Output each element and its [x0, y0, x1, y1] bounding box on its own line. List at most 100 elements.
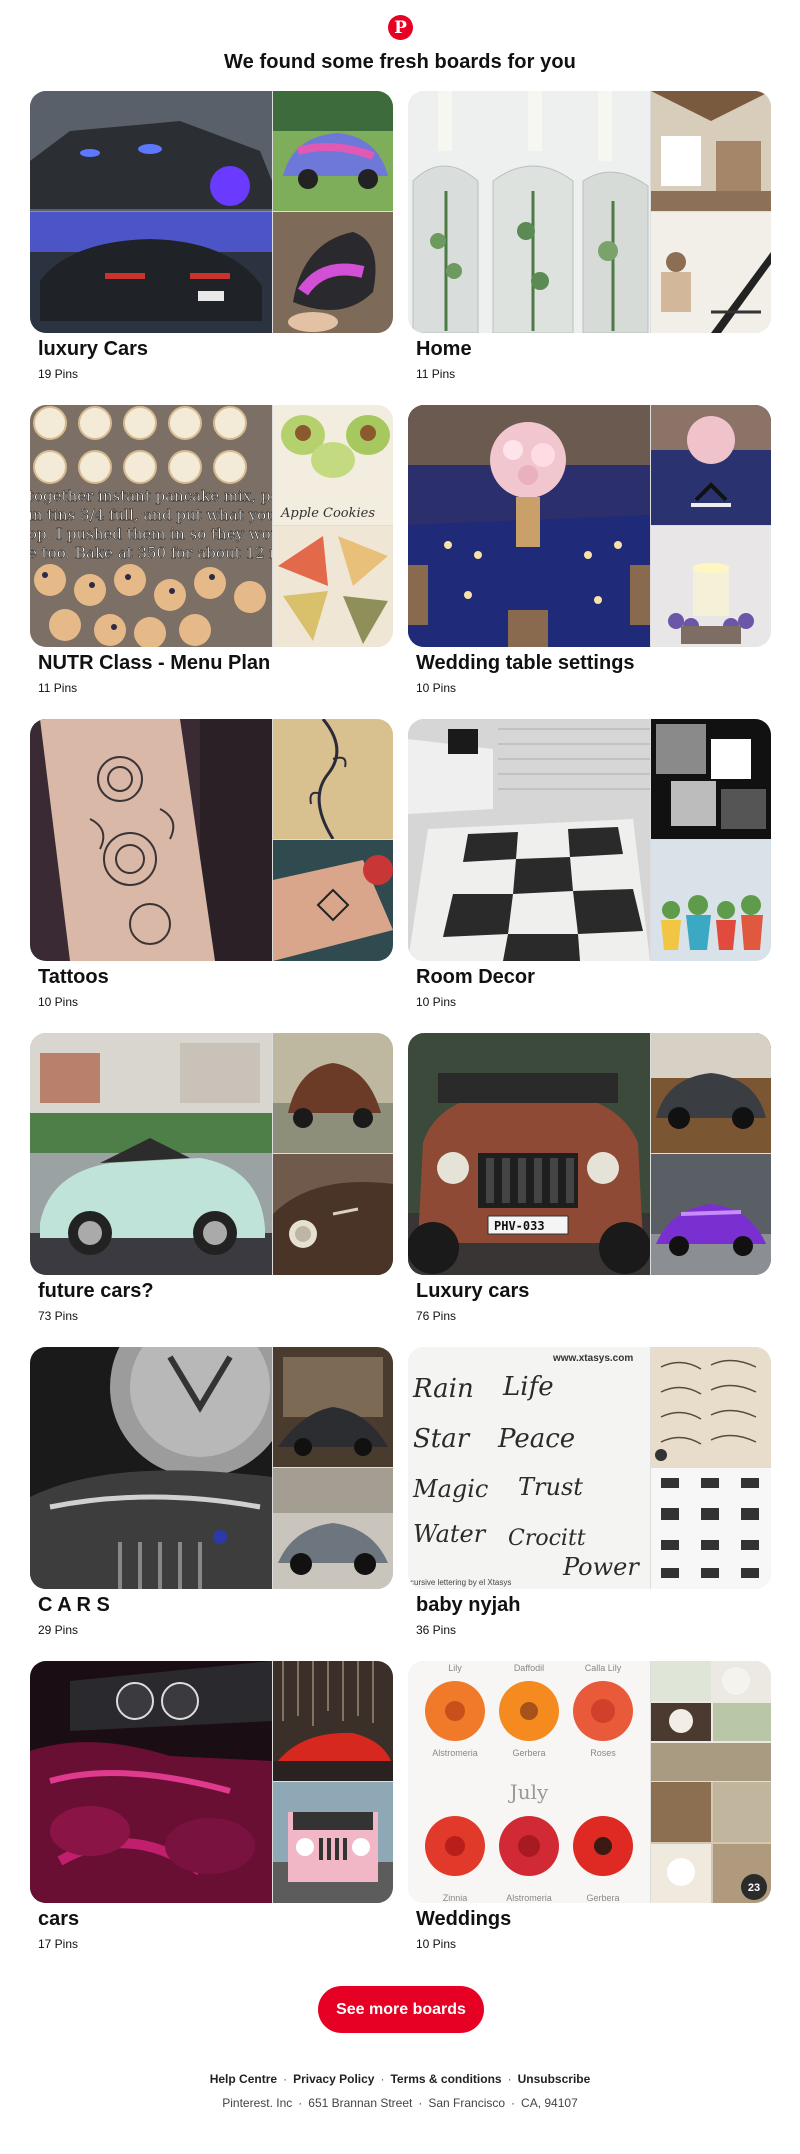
city: San Francisco [428, 2096, 506, 2110]
separator: · [380, 2072, 385, 2086]
board-title[interactable]: Room Decor [416, 966, 535, 989]
separator: · [283, 2072, 288, 2086]
board-cover-image [30, 1033, 272, 1275]
image-badge-text: 23 [748, 1882, 760, 1894]
board-card[interactable]: together instant pancake mix, po in tins… [30, 405, 393, 698]
board-card[interactable]: future cars? 73 Pins [30, 1033, 393, 1326]
license-plate-text: PHV-033 [494, 1219, 545, 1233]
footer-links: Help Centre · Privacy Policy · Terms & condi… [0, 2072, 800, 2086]
board-title[interactable]: luxury Cars [38, 338, 148, 361]
board-collage[interactable]: Lily Daffodil Calla Lily Alstromeria Ger… [408, 1661, 771, 1903]
board-side-image [651, 1347, 771, 1467]
board-collage[interactable] [408, 719, 771, 961]
pinterest-logo-icon[interactable]: P [388, 15, 413, 40]
board-title[interactable]: Weddings [416, 1908, 511, 1931]
board-title[interactable]: NUTR Class - Menu Plan [38, 652, 270, 675]
board-side-image [273, 1154, 393, 1275]
lettering-text: Star [413, 1424, 471, 1454]
board-collage[interactable] [408, 91, 771, 333]
board-title[interactable]: future cars? [38, 1280, 154, 1303]
board-side-image [273, 1033, 393, 1153]
board-cover-image [30, 1347, 272, 1589]
lettering-text: Trust [518, 1473, 583, 1501]
board-side-image [273, 1347, 393, 1467]
watermark-text: www.xtasys.com [552, 1353, 633, 1364]
see-more-boards-button[interactable]: See more boards [318, 1986, 484, 2033]
board-cover-image: PHV-033 [408, 1033, 650, 1275]
board-side-image [273, 1782, 393, 1903]
board-collage[interactable] [30, 91, 393, 333]
board-pin-count: 10 Pins [416, 681, 457, 695]
board-side-image [273, 526, 393, 647]
board-card[interactable]: Room Decor 10 Pins [408, 719, 771, 1012]
board-card[interactable]: cars 17 Pins [30, 1661, 393, 1954]
board-cover-image: www.xtasys.com Rain Life Star Peace Magi… [408, 1347, 650, 1589]
board-grid: luxury Cars 19 Pins Home 11 Pins togethe… [30, 91, 771, 1954]
board-card[interactable]: Tattoos 10 Pins [30, 719, 393, 1012]
unsubscribe-link[interactable]: Unsubscribe [518, 2072, 591, 2086]
board-side-image [651, 840, 771, 961]
image-caption-text: Apple Cookies [280, 506, 375, 521]
board-title[interactable]: baby nyjah [416, 1594, 520, 1617]
board-pin-count: 19 Pins [38, 367, 79, 381]
terms-link[interactable]: Terms & conditions [390, 2072, 501, 2086]
flower-label: Alstromeria [432, 1748, 478, 1758]
lettering-text: Power [562, 1553, 640, 1581]
board-side-image [273, 719, 393, 839]
board-pin-count: 73 Pins [38, 1309, 79, 1323]
board-collage[interactable] [30, 1033, 393, 1275]
board-card[interactable]: luxury Cars 19 Pins [30, 91, 393, 384]
board-collage[interactable]: PHV-033 [408, 1033, 771, 1275]
street-address: 651 Brannan Street [308, 2096, 413, 2110]
board-cover-image [408, 91, 650, 333]
board-card[interactable]: PHV-033 Luxury cars 76 Pins [408, 1033, 771, 1326]
board-card[interactable]: Wedding table settings 10 Pins [408, 405, 771, 698]
board-collage[interactable] [30, 1347, 393, 1589]
board-collage[interactable] [30, 1661, 393, 1903]
board-collage[interactable]: www.xtasys.com Rain Life Star Peace Magi… [408, 1347, 771, 1589]
board-cover-image [408, 719, 650, 961]
flower-label: Gerbera [586, 1893, 619, 1903]
board-title[interactable]: Luxury cars [416, 1280, 529, 1303]
flower-label: Alstromeria [506, 1893, 552, 1903]
board-cover-image: Lily Daffodil Calla Lily Alstromeria Ger… [408, 1661, 650, 1903]
flower-label: Roses [590, 1748, 616, 1758]
board-collage[interactable] [408, 405, 771, 647]
board-card[interactable]: Home 11 Pins [408, 91, 771, 384]
board-title[interactable]: Wedding table settings [416, 652, 635, 675]
board-pin-count: 36 Pins [416, 1623, 457, 1637]
board-card[interactable]: C A R S 29 Pins [30, 1347, 393, 1640]
lettering-text: Magic [412, 1475, 488, 1503]
board-title[interactable]: C A R S [38, 1594, 110, 1617]
board-title[interactable]: Tattoos [38, 966, 109, 989]
image-caption-text: in tins 3/4 full, and put what you [30, 506, 272, 524]
board-pin-count: 10 Pins [416, 995, 457, 1009]
board-side-image [651, 1154, 771, 1275]
board-side-image [273, 212, 393, 333]
board-side-image: Apple Cookies [273, 405, 393, 525]
board-collage[interactable]: together instant pancake mix, po in tins… [30, 405, 393, 647]
board-title[interactable]: Home [416, 338, 472, 361]
board-card[interactable]: www.xtasys.com Rain Life Star Peace Magi… [408, 1347, 771, 1640]
month-label: July [508, 1780, 549, 1804]
board-pin-count: 11 Pins [416, 367, 456, 381]
board-collage[interactable] [30, 719, 393, 961]
board-side-image [273, 91, 393, 211]
board-pin-count: 10 Pins [416, 1937, 457, 1951]
board-title[interactable]: cars [38, 1908, 79, 1931]
board-card[interactable]: Lily Daffodil Calla Lily Alstromeria Ger… [408, 1661, 771, 1954]
board-side-image [651, 405, 771, 525]
board-pin-count: 76 Pins [416, 1309, 457, 1323]
board-pin-count: 17 Pins [38, 1937, 79, 1951]
board-side-image [273, 840, 393, 961]
page-title: We found some fresh boards for you [224, 51, 576, 73]
flower-label: Calla Lily [585, 1663, 622, 1673]
help-centre-link[interactable]: Help Centre [210, 2072, 277, 2086]
state-zip: CA, 94107 [521, 2096, 578, 2110]
lettering-text: Life [502, 1372, 554, 1402]
board-cover-image [30, 1661, 272, 1903]
image-caption-text: together instant pancake mix, po [30, 487, 272, 505]
lettering-text: Crocitt [508, 1526, 586, 1551]
board-cover-image [408, 405, 650, 647]
privacy-policy-link[interactable]: Privacy Policy [293, 2072, 374, 2086]
